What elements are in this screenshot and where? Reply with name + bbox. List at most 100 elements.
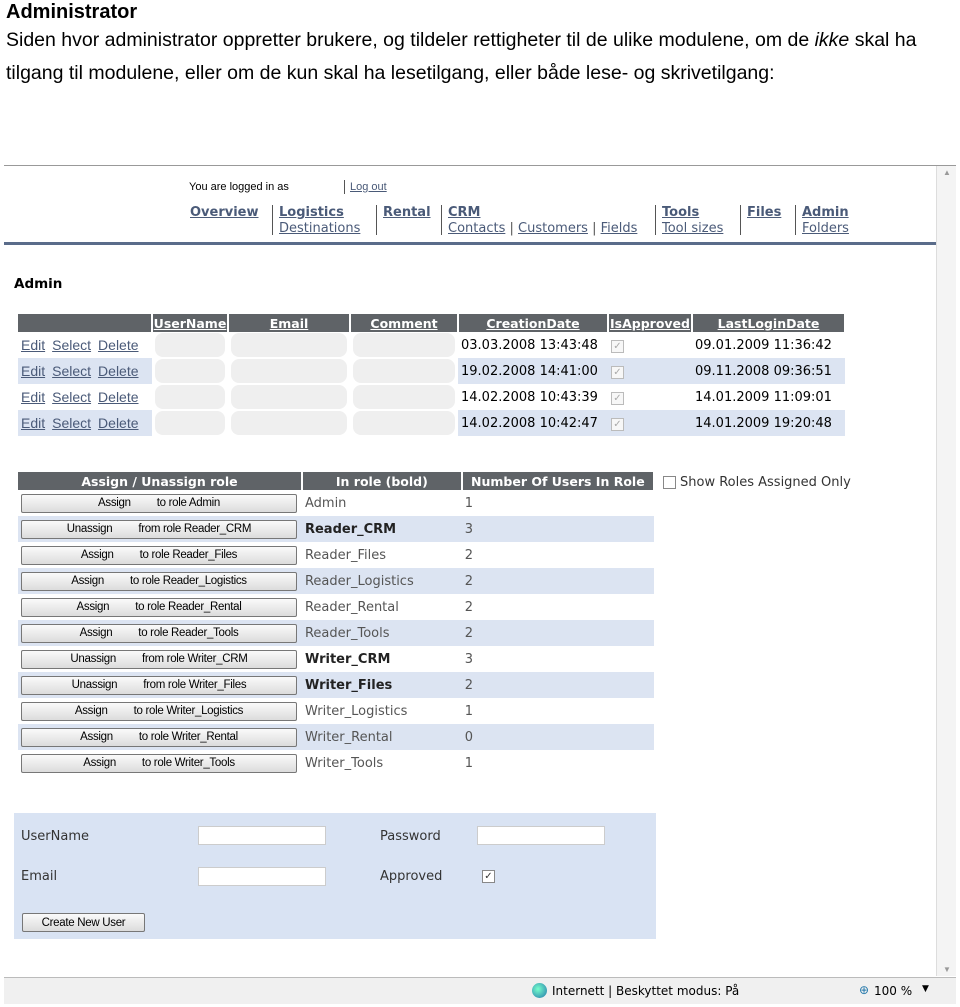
email-label: Email [21, 869, 58, 884]
delete-link[interactable]: Delete [98, 389, 138, 405]
nav-files[interactable]: Files [747, 205, 781, 220]
sort-link[interactable]: Email [270, 316, 309, 331]
scroll-down-icon[interactable]: ▼ [943, 965, 951, 974]
zoom-icon: ⊕ [859, 983, 870, 997]
assign-role-button[interactable]: Assign to role Reader_Files [21, 545, 297, 565]
para-text: Siden hvor administrator oppretter bruke… [6, 29, 815, 51]
assign-role-button[interactable]: Assign to role Writer_Rental [21, 727, 297, 747]
edit-link[interactable]: Edit [21, 363, 45, 379]
sort-link[interactable]: LastLoginDate [718, 316, 820, 331]
username-label: UserName [21, 829, 89, 844]
role-action-cell: Assign to role Reader_Files [18, 542, 302, 568]
assign-role-button[interactable]: Assign to role Reader_Tools [21, 623, 297, 643]
email-input[interactable] [198, 867, 326, 886]
subnav-destinations[interactable]: Destinations [279, 221, 360, 236]
button-target: to role Reader_Tools [138, 627, 239, 639]
unassign-role-button[interactable]: Unassign from role Reader_CRM [21, 519, 297, 539]
approved-checkbox[interactable]: ✓ [482, 870, 495, 883]
redacted-comment [353, 385, 455, 409]
select-link[interactable]: Select [52, 337, 91, 353]
edit-link[interactable]: Edit [21, 415, 45, 431]
row-actions: Edit Select Delete [18, 384, 152, 410]
nav-logistics[interactable]: Logistics [279, 205, 360, 220]
subnav-tool-sizes[interactable]: Tool sizes [662, 221, 723, 236]
button-target: to role Writer_Tools [141, 757, 235, 769]
redacted-username [155, 359, 225, 383]
nav-subitems: Folders [802, 220, 849, 236]
last-login-date: 14.01.2009 11:09:01 [695, 389, 832, 405]
unassign-role-button[interactable]: Unassign from role Writer_CRM [21, 649, 297, 669]
edit-link[interactable]: Edit [21, 337, 45, 353]
password-input[interactable] [477, 826, 605, 845]
scroll-up-icon[interactable]: ▲ [943, 168, 951, 177]
subnav-customers[interactable]: Customers [518, 221, 588, 236]
button-action: Assign [80, 549, 114, 561]
sort-link[interactable]: IsApproved [610, 316, 690, 331]
column-header[interactable]: UserName [152, 314, 229, 332]
delete-link[interactable]: Delete [98, 363, 138, 379]
button-target: to role Reader_Files [139, 549, 238, 561]
subnav-folders[interactable]: Folders [802, 221, 849, 236]
button-target: to role Writer_Logistics [133, 705, 244, 717]
column-header[interactable]: CreationDate [458, 314, 609, 332]
username-input[interactable] [198, 826, 326, 845]
table-row: Assign to role Reader_Logistics Reader_Log… [18, 568, 654, 594]
button-action: Assign [76, 601, 110, 613]
nav-rule [4, 242, 936, 245]
logout-link[interactable]: Log out [350, 181, 387, 193]
password-label: Password [380, 829, 441, 844]
role-action-cell: Assign to role Writer_Rental [18, 724, 302, 750]
create-user-button[interactable]: Create New User [22, 913, 145, 932]
edit-link[interactable]: Edit [21, 389, 45, 405]
column-header[interactable]: IsApproved [608, 314, 693, 332]
sort-link[interactable]: UserName [154, 316, 227, 331]
table-row: Edit Select Delete 14.02.2008 10:43:39 ✓ 14.0… [18, 384, 845, 410]
select-link[interactable]: Select [52, 363, 91, 379]
select-link[interactable]: Select [52, 415, 91, 431]
show-assigned-only-checkbox[interactable]: Show Roles Assigned Only [663, 475, 851, 490]
table-row: Assign to role Writer_Logistics Writer_Log… [18, 698, 654, 724]
role-name: Reader_Rental [304, 599, 399, 615]
button-action: Assign [83, 757, 116, 769]
assign-role-button[interactable]: Assign to role Writer_Logistics [21, 701, 297, 721]
checkbox[interactable] [663, 476, 676, 489]
zoom-dropdown-icon[interactable]: ▼ [922, 984, 929, 994]
table-row: Unassign from role Writer_CRM Writer_CRM 3 [18, 646, 654, 672]
subnav-fields[interactable]: Fields [601, 221, 638, 236]
unassign-role-button[interactable]: Unassign from role Writer_Files [21, 675, 297, 695]
column-header[interactable]: LastLoginDate [692, 314, 846, 332]
role-action-cell: Assign to role Admin [18, 490, 302, 516]
column-header: In role (bold) [301, 472, 463, 490]
subnav-contacts[interactable]: Contacts [448, 221, 505, 236]
nav-overview[interactable]: Overview [190, 205, 259, 220]
sort-link[interactable]: Comment [370, 316, 437, 331]
zoom-level[interactable]: 100 % [874, 984, 912, 998]
assign-role-button[interactable]: Assign to role Writer_Tools [21, 753, 297, 773]
vertical-scrollbar[interactable]: ▲ ▼ [936, 166, 956, 976]
nav-crm[interactable]: CRM [448, 205, 637, 220]
username-cell [152, 384, 228, 410]
button-target: to role Reader_Logistics [129, 575, 247, 587]
nav-rental[interactable]: Rental [383, 205, 431, 220]
user-count: 2 [464, 599, 474, 615]
browser-screenshot: You are logged in as Log out Overview Log… [4, 165, 956, 1004]
nav-tools[interactable]: Tools [662, 205, 723, 220]
assign-role-button[interactable]: Assign to role Admin [21, 493, 297, 513]
users-table: UserName Email Comment CreationDate IsApprov… [18, 314, 846, 436]
delete-link[interactable]: Delete [98, 337, 138, 353]
assign-role-button[interactable]: Assign to role Reader_Rental [21, 597, 297, 617]
column-header[interactable]: Email [228, 314, 351, 332]
role-name: Admin [304, 495, 347, 511]
assign-role-button[interactable]: Assign to role Reader_Logistics [21, 571, 297, 591]
sort-link[interactable]: CreationDate [486, 316, 579, 331]
column-header[interactable]: Comment [350, 314, 459, 332]
creation-date: 14.02.2008 10:43:39 [461, 389, 598, 405]
role-name: Reader_Tools [301, 620, 462, 646]
nav-admin[interactable]: Admin [802, 205, 849, 220]
nav-separator [655, 205, 656, 235]
approved-checkbox: ✓ [611, 417, 624, 431]
select-link[interactable]: Select [52, 389, 91, 405]
delete-link[interactable]: Delete [98, 415, 138, 431]
approved-cell: ✓ [608, 410, 692, 436]
button-target: to role Reader_Rental [135, 601, 242, 613]
